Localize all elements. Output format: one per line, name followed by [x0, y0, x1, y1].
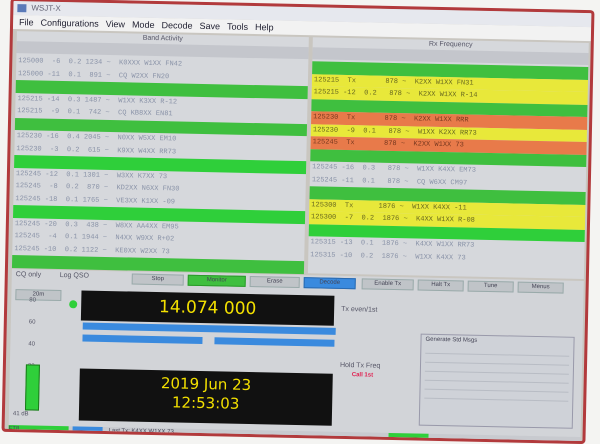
monitor-button[interactable]: Monitor — [187, 274, 246, 287]
status-led — [69, 300, 78, 309]
menu-tools[interactable]: Tools — [227, 21, 248, 31]
frequency-display: 14.074 000 — [80, 290, 335, 326]
menu-help[interactable]: Help — [255, 22, 274, 32]
rx-frequency-rows[interactable]: 125215 Tx 878 ~ K2XX W1XX FN31 125215 -12… — [308, 61, 589, 279]
band-activity-rows[interactable]: 125000 -6 0.2 1234 ~ K0XXX W1XX FN42 1250… — [11, 55, 308, 281]
call-first-label: Call 1st — [351, 372, 374, 379]
log-qso-button[interactable]: Log QSO — [60, 272, 89, 280]
audio-bar — [214, 337, 335, 347]
tx-even-checkbox[interactable]: Tx even/1st — [341, 306, 377, 314]
menu-file[interactable]: File — [19, 17, 34, 27]
erase-button[interactable]: Erase — [249, 276, 300, 289]
menu-configurations[interactable]: Configurations — [41, 18, 99, 29]
menus-button[interactable]: Menus — [517, 281, 564, 294]
signal-level-meter — [24, 364, 40, 411]
tune-button[interactable]: Tune — [467, 280, 514, 293]
monitor-photo: WSJT-X File Configurations View Mode Decode S… — [1, 0, 595, 444]
rx-progress-bar — [82, 334, 203, 345]
cq-only-checkbox[interactable]: CQ only — [16, 271, 41, 279]
tx-messages-panel: Generate Std Msgs — [418, 333, 575, 429]
hold-tx-freq-checkbox[interactable]: Hold Tx Freq — [340, 362, 380, 370]
db-scale-label: 40 — [28, 341, 36, 348]
status-progress — [388, 432, 429, 442]
status-indicator — [72, 426, 103, 435]
db-label: 41 dB — [12, 411, 29, 418]
datetime-display: 2019 Jun 23 12:53:03 — [78, 368, 333, 426]
enable-tx-button[interactable]: Enable Tx — [361, 278, 414, 291]
band-activity-panel: Band Activity 125000 -6 0.2 1234 ~ K0XXX… — [11, 31, 309, 281]
app-icon — [17, 4, 27, 13]
tx6-message[interactable] — [424, 389, 569, 402]
db-scale-label: 80 — [29, 297, 37, 304]
menu-mode[interactable]: Mode — [132, 19, 155, 29]
status-mode: FT8 — [8, 424, 69, 435]
window-title: WSJT-X — [31, 3, 61, 13]
status-last-tx: Last Tx: K4XX W1XX 73 — [108, 428, 174, 436]
stop-button[interactable]: Stop — [131, 273, 184, 286]
menu-decode[interactable]: Decode — [161, 20, 192, 31]
menu-view[interactable]: View — [106, 19, 126, 29]
halt-tx-button[interactable]: Halt Tx — [417, 279, 464, 292]
decode-button[interactable]: Decode — [303, 277, 356, 290]
db-scale-label: 60 — [28, 319, 36, 326]
control-panel: CQ only Log QSO Stop Monitor Erase Decod… — [8, 269, 584, 441]
menu-save[interactable]: Save — [199, 21, 220, 31]
rx-frequency-panel: Rx Frequency 125215 Tx 878 ~ K2XX W1XX F… — [307, 37, 589, 279]
db-scale: 806040200 — [13, 291, 68, 412]
